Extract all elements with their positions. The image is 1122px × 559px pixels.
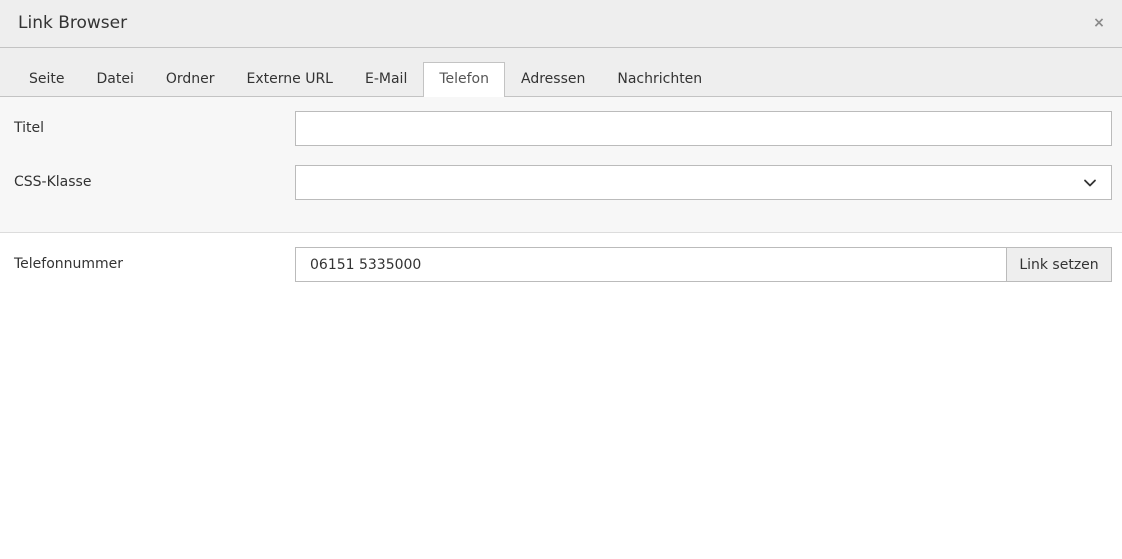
phone-number-input[interactable] bbox=[295, 247, 1007, 282]
modal-header: Link Browser × bbox=[0, 0, 1122, 48]
tab-ordner[interactable]: Ordner bbox=[150, 62, 231, 97]
css-class-label: CSS-Klasse bbox=[14, 174, 92, 190]
tab-datei[interactable]: Datei bbox=[81, 62, 150, 97]
tab-email[interactable]: E-Mail bbox=[349, 62, 423, 97]
css-class-select[interactable] bbox=[295, 165, 1112, 200]
chevron-down-icon bbox=[1084, 179, 1096, 187]
phone-number-label: Telefonnummer bbox=[14, 256, 124, 272]
tab-list: Seite Datei Ordner Externe URL E-Mail Te… bbox=[13, 62, 718, 98]
tab-nachrichten[interactable]: Nachrichten bbox=[601, 62, 718, 97]
title-label: Titel bbox=[14, 120, 45, 136]
tab-adressen[interactable]: Adressen bbox=[505, 62, 601, 97]
set-link-button[interactable]: Link setzen bbox=[1006, 247, 1112, 282]
tab-externe-url[interactable]: Externe URL bbox=[231, 62, 349, 97]
tab-bar: Seite Datei Ordner Externe URL E-Mail Te… bbox=[0, 48, 1122, 98]
link-attributes-section: Titel CSS-Klasse bbox=[0, 97, 1122, 233]
tab-telefon[interactable]: Telefon bbox=[423, 62, 505, 98]
title-input[interactable] bbox=[295, 111, 1112, 146]
tab-seite[interactable]: Seite bbox=[13, 62, 81, 97]
close-icon[interactable]: × bbox=[1088, 12, 1110, 34]
modal-title: Link Browser bbox=[18, 13, 128, 33]
